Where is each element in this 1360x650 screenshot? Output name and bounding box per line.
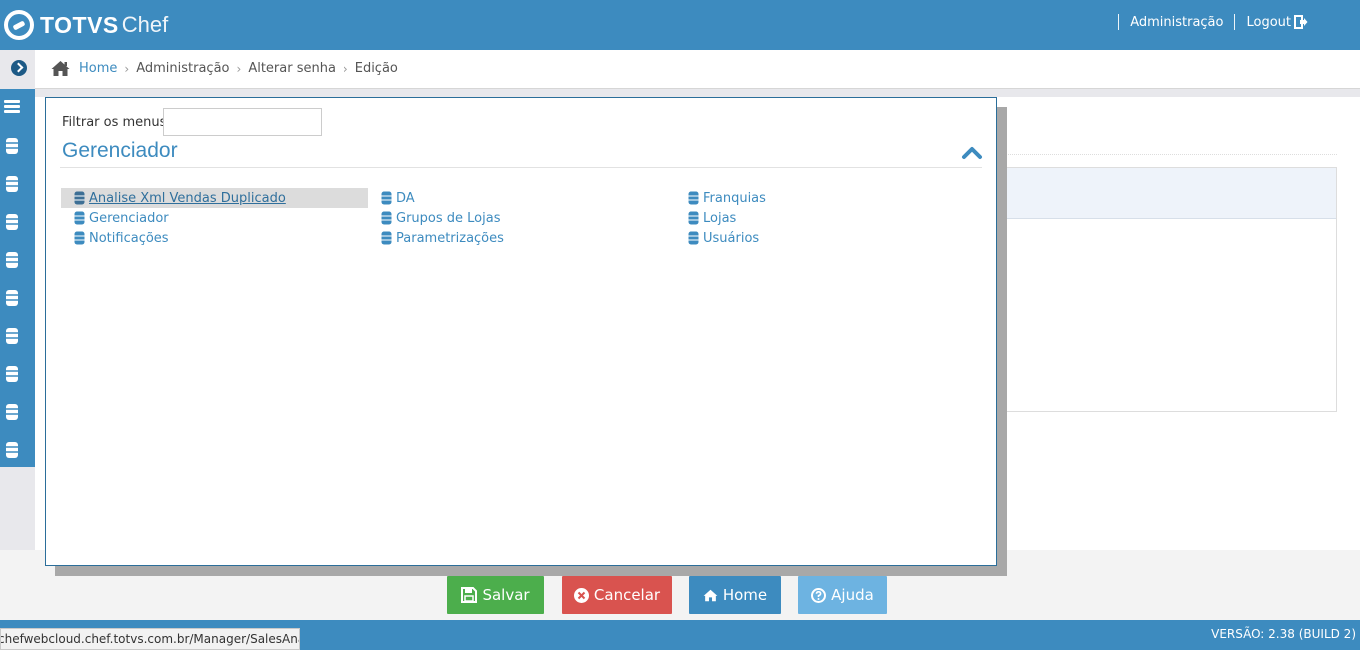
database-icon[interactable] bbox=[5, 288, 19, 308]
database-icon[interactable] bbox=[5, 326, 19, 346]
floppy-disk-icon bbox=[461, 587, 478, 603]
cancel-button[interactable]: Cancelar bbox=[562, 576, 672, 614]
menu-item[interactable]: Parametrizações bbox=[381, 228, 504, 248]
logout-label: Logout bbox=[1246, 14, 1291, 30]
database-icon bbox=[688, 211, 699, 225]
menu-item[interactable]: Grupos de Lojas bbox=[381, 208, 500, 228]
breadcrumb-separator: › bbox=[342, 61, 348, 76]
menu-item-label: Franquias bbox=[703, 190, 766, 206]
database-icon bbox=[381, 231, 392, 245]
top-header: TOTVS Chef Administração Logout bbox=[0, 0, 1360, 50]
breadcrumb-trail: Home › Administração › Alterar senha › E… bbox=[79, 61, 398, 76]
menu-item-label: Notificações bbox=[89, 230, 169, 246]
menu-item[interactable]: Usuários bbox=[688, 228, 759, 248]
totvs-logo-icon bbox=[4, 10, 34, 40]
nav-divider bbox=[1118, 14, 1120, 30]
database-icon[interactable] bbox=[5, 212, 19, 232]
breadcrumb-item-current: Edição bbox=[354, 61, 398, 76]
top-nav: Administração Logout bbox=[1107, 14, 1308, 30]
database-icon[interactable] bbox=[5, 364, 19, 384]
menu-item[interactable]: Gerenciador bbox=[74, 208, 169, 228]
menu-item[interactable]: Notificações bbox=[74, 228, 169, 248]
filter-menus-input[interactable] bbox=[163, 108, 322, 136]
nav-divider bbox=[1234, 14, 1236, 30]
menu-item[interactable]: Analise Xml Vendas Duplicado bbox=[61, 188, 368, 208]
chevron-up-icon[interactable] bbox=[961, 145, 983, 161]
sidebar-toggle-strip bbox=[0, 50, 35, 89]
home-button[interactable]: Home bbox=[689, 576, 781, 614]
menu-item[interactable]: DA bbox=[381, 188, 415, 208]
menu-modal: Filtrar os menus Gerenciador Analise Xml… bbox=[45, 97, 997, 566]
menu-item[interactable]: Lojas bbox=[688, 208, 736, 228]
filter-label: Filtrar os menus bbox=[62, 115, 167, 130]
save-label: Salvar bbox=[482, 586, 530, 604]
database-icon bbox=[381, 211, 392, 225]
menu-item-label: Parametrizações bbox=[396, 230, 504, 246]
database-icon[interactable] bbox=[5, 402, 19, 422]
brand-name: TOTVS bbox=[40, 11, 119, 38]
database-icon bbox=[688, 231, 699, 245]
breadcrumb-separator: › bbox=[236, 61, 242, 76]
menu-item-label: Analise Xml Vendas Duplicado bbox=[89, 190, 286, 206]
database-icon[interactable] bbox=[5, 250, 19, 270]
menu-item-label: Grupos de Lojas bbox=[396, 210, 501, 226]
divider bbox=[1005, 154, 1337, 155]
menu-item-label: Gerenciador bbox=[89, 210, 169, 226]
logout-icon bbox=[1294, 15, 1308, 29]
breadcrumb: Home › Administração › Alterar senha › E… bbox=[35, 50, 1360, 89]
menu-item[interactable]: Franquias bbox=[688, 188, 766, 208]
link-url-preview: chefwebcloud.chef.totvs.com.br/Manager/S… bbox=[0, 628, 300, 650]
content-box-header bbox=[1005, 168, 1336, 219]
database-icon[interactable] bbox=[5, 174, 19, 194]
save-button[interactable]: Salvar bbox=[447, 576, 544, 614]
totvs-chef-logo[interactable]: TOTVS Chef bbox=[4, 8, 168, 42]
admin-link[interactable]: Administração bbox=[1130, 15, 1223, 30]
breadcrumb-item: Administração bbox=[136, 61, 230, 76]
section-divider bbox=[60, 167, 982, 168]
database-icon bbox=[74, 231, 85, 245]
home-label: Home bbox=[722, 586, 768, 604]
breadcrumb-home[interactable]: Home bbox=[79, 61, 117, 76]
database-icon[interactable] bbox=[5, 440, 19, 460]
home-icon bbox=[703, 589, 718, 601]
expand-sidebar-icon[interactable] bbox=[11, 60, 27, 76]
database-icon bbox=[688, 191, 699, 205]
help-label: Ajuda bbox=[831, 586, 874, 604]
help-button[interactable]: Ajuda bbox=[798, 576, 887, 614]
section-title: Gerenciador bbox=[62, 139, 178, 162]
brand-suffix: Chef bbox=[121, 12, 169, 37]
breadcrumb-item: Alterar senha bbox=[248, 61, 336, 76]
version-label: VERSÃO: 2.38 (BUILD 2) bbox=[1211, 627, 1356, 641]
menu-item-label: Usuários bbox=[703, 230, 760, 246]
menu-item-label: Lojas bbox=[703, 210, 737, 226]
database-icon bbox=[74, 211, 85, 225]
database-icon bbox=[381, 191, 392, 205]
breadcrumb-separator: › bbox=[124, 61, 130, 76]
database-icon bbox=[74, 191, 85, 205]
database-icon[interactable] bbox=[5, 136, 19, 156]
content-box bbox=[1005, 167, 1337, 412]
cancel-label: Cancelar bbox=[593, 586, 661, 604]
question-circle-icon bbox=[811, 587, 827, 603]
hamburger-menu-icon[interactable] bbox=[4, 100, 20, 114]
home-icon[interactable] bbox=[51, 60, 70, 77]
left-sidebar bbox=[0, 89, 35, 467]
close-circle-icon bbox=[573, 587, 589, 603]
logout-link[interactable]: Logout bbox=[1246, 15, 1308, 30]
menu-item-label: DA bbox=[396, 190, 415, 206]
